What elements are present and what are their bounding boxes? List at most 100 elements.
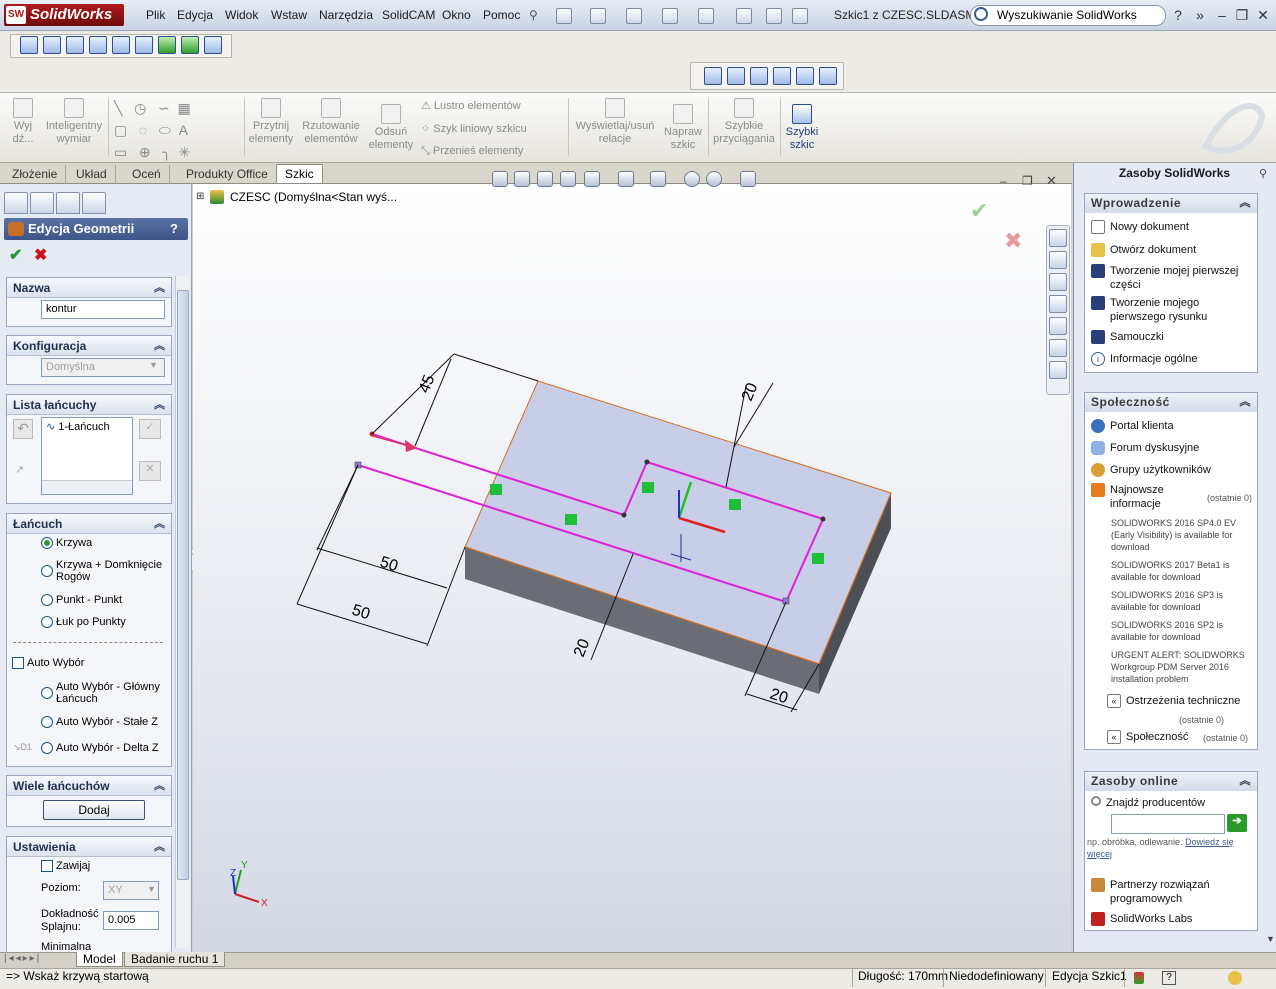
polygon-icon[interactable]: ⊕: [139, 144, 151, 160]
chevron-down-icon[interactable]: ▼: [147, 884, 156, 894]
point-icon[interactable]: ✳: [179, 144, 191, 160]
menu-pomoc[interactable]: Pomoc: [483, 8, 520, 22]
open-icon[interactable]: [590, 8, 606, 24]
solidcam-tab[interactable]: [82, 192, 106, 214]
dimension-label[interactable]: 45: [416, 373, 438, 396]
solidcam-icon-9[interactable]: [204, 36, 222, 54]
exit-sketch-button[interactable]: Wyj dź...: [8, 98, 38, 146]
grid-icon[interactable]: ▦: [178, 100, 191, 116]
dimension-label[interactable]: 20: [571, 637, 593, 660]
chain-list-header[interactable]: Lista łańcuchy ︽: [7, 395, 171, 415]
open-document-link[interactable]: Otwórz dokument: [1091, 243, 1196, 257]
design-library-icon[interactable]: [1049, 251, 1067, 269]
solidcam-icon-7[interactable]: [158, 36, 176, 54]
property-manager-tab[interactable]: [30, 192, 54, 214]
solidcam-icon-1[interactable]: [20, 36, 38, 54]
radio-button[interactable]: [41, 716, 53, 729]
ellipse-icon[interactable]: ⬭: [159, 122, 171, 138]
scroll-down-icon[interactable]: ▼: [1266, 934, 1275, 944]
collapse-icon[interactable]: ︽: [154, 837, 165, 857]
radio-button[interactable]: [41, 537, 53, 550]
circle-icon[interactable]: ◷: [134, 100, 146, 116]
save-icon[interactable]: [626, 8, 642, 24]
print-icon[interactable]: [662, 8, 678, 24]
tutorials-link[interactable]: Samouczki: [1091, 330, 1164, 344]
pm-help-button[interactable]: ?: [170, 221, 178, 236]
collapse-icon[interactable]: ︽: [1240, 393, 1252, 412]
appearances-icon[interactable]: [1049, 339, 1067, 357]
close-button[interactable]: ✕: [1255, 7, 1271, 24]
tag-icon[interactable]: [1228, 971, 1242, 985]
general-info-link[interactable]: i Informacje ogólne: [1091, 352, 1197, 366]
chevron-down-icon[interactable]: ▼: [149, 360, 158, 370]
tab-ocen[interactable]: Oceń: [124, 165, 170, 184]
online-header[interactable]: Zasoby online ︽: [1085, 772, 1257, 791]
radio-auto-const-z[interactable]: Auto Wybór - Stałe Z: [41, 716, 158, 729]
file-explorer-icon[interactable]: [1049, 273, 1067, 291]
community-header[interactable]: Społeczność ︽: [1085, 393, 1257, 412]
offset-button[interactable]: Odsuń elementy: [368, 104, 414, 152]
options-icon[interactable]: [792, 8, 808, 24]
relations-button[interactable]: Wyświetlaj/usuń relacje: [574, 98, 656, 146]
tab-produkty-office[interactable]: Produkty Office: [178, 165, 277, 184]
settings-header[interactable]: Ustawienia ︽: [7, 837, 171, 857]
repair-sketch-button[interactable]: Napraw szkic: [662, 104, 704, 152]
vertical-scrollbar[interactable]: [175, 276, 190, 948]
view-palette-icon[interactable]: [1049, 317, 1067, 335]
home-icon[interactable]: [1049, 229, 1067, 247]
undo-icon[interactable]: [698, 8, 714, 24]
horizontal-scrollbar[interactable]: [42, 480, 132, 494]
radio-curve-corners[interactable]: Krzywa + Domknięcie Rogów: [41, 559, 169, 583]
chain-group-header[interactable]: Łańcuch ︽: [7, 514, 171, 534]
collapse-icon[interactable]: ︽: [154, 776, 165, 796]
menu-widok[interactable]: Widok: [225, 8, 258, 22]
radio-button[interactable]: [41, 687, 53, 699]
name-group-header[interactable]: Nazwa ︽: [7, 278, 171, 298]
mirror-button[interactable]: ⚠ Lustro elementów: [421, 99, 521, 112]
menu-plik[interactable]: Plik: [146, 8, 165, 22]
smart-dimension-button[interactable]: Inteligentny wymiar: [42, 98, 106, 146]
radio-auto-delta-z[interactable]: Auto Wybór - Delta Z: [41, 742, 159, 755]
tab-uklad[interactable]: Układ: [68, 165, 116, 184]
solidcam-icon-4[interactable]: [89, 36, 107, 54]
collapse-icon[interactable]: ︽: [1240, 772, 1252, 791]
wrench-icon[interactable]: [727, 67, 745, 85]
search-results-icon[interactable]: [1049, 295, 1067, 313]
solidcam-icon-3[interactable]: [66, 36, 84, 54]
pin-icon[interactable]: ⚲: [1259, 167, 1267, 180]
dimension-label[interactable]: 20: [768, 686, 790, 708]
tool-icon-5[interactable]: [796, 67, 814, 85]
wrap-checkbox[interactable]: Zawijaj: [41, 860, 90, 873]
tool-icon-1[interactable]: [704, 67, 722, 85]
news-item[interactable]: SOLIDWORKS 2016 SP2 is available for dow…: [1111, 619, 1257, 643]
rectangle-icon[interactable]: ▢: [114, 122, 127, 138]
convert-button[interactable]: Rzutowanie elementów: [300, 98, 362, 146]
solidcam-icon-8[interactable]: [181, 36, 199, 54]
text-icon[interactable]: A: [179, 122, 188, 138]
ok-button[interactable]: ✔: [9, 245, 22, 265]
quick-snaps-button[interactable]: Szybkie przyciągania: [712, 98, 776, 146]
trim-button[interactable]: Przytnij elementy: [248, 98, 294, 146]
name-input[interactable]: kontur: [41, 300, 165, 319]
spline-icon[interactable]: ∽: [158, 100, 170, 116]
check-icon[interactable]: ✓: [139, 419, 161, 439]
collapse-icon[interactable]: ︽: [154, 514, 165, 534]
minimize-button[interactable]: –: [1214, 7, 1230, 23]
tab-zlozenie[interactable]: Złożenie: [4, 165, 67, 184]
radio-curve[interactable]: Krzywa: [41, 537, 92, 550]
search-icon[interactable]: [974, 7, 988, 21]
labs-link[interactable]: SolidWorks Labs: [1091, 912, 1192, 926]
news-item[interactable]: SOLIDWORKS 2016 SP3 is available for dow…: [1111, 589, 1257, 613]
checkbox[interactable]: [12, 657, 24, 670]
undo-chain-icon[interactable]: ↶: [13, 419, 33, 439]
tool-icon-4[interactable]: [773, 67, 791, 85]
latest-news-link[interactable]: Najnowsze informacje: [1091, 483, 1173, 511]
restore-button[interactable]: ❐: [1234, 7, 1250, 24]
menu-edycja[interactable]: Edycja: [177, 8, 213, 22]
checkbox[interactable]: [41, 860, 53, 873]
partners-link[interactable]: Partnerzy rozwiązań programowych: [1091, 878, 1251, 906]
collapse-icon[interactable]: ︽: [154, 278, 165, 298]
spline-input[interactable]: 0.005: [103, 911, 159, 930]
menu-solidcam[interactable]: SolidCAM: [382, 8, 435, 22]
go-arrow-icon[interactable]: ➔: [1227, 814, 1247, 832]
